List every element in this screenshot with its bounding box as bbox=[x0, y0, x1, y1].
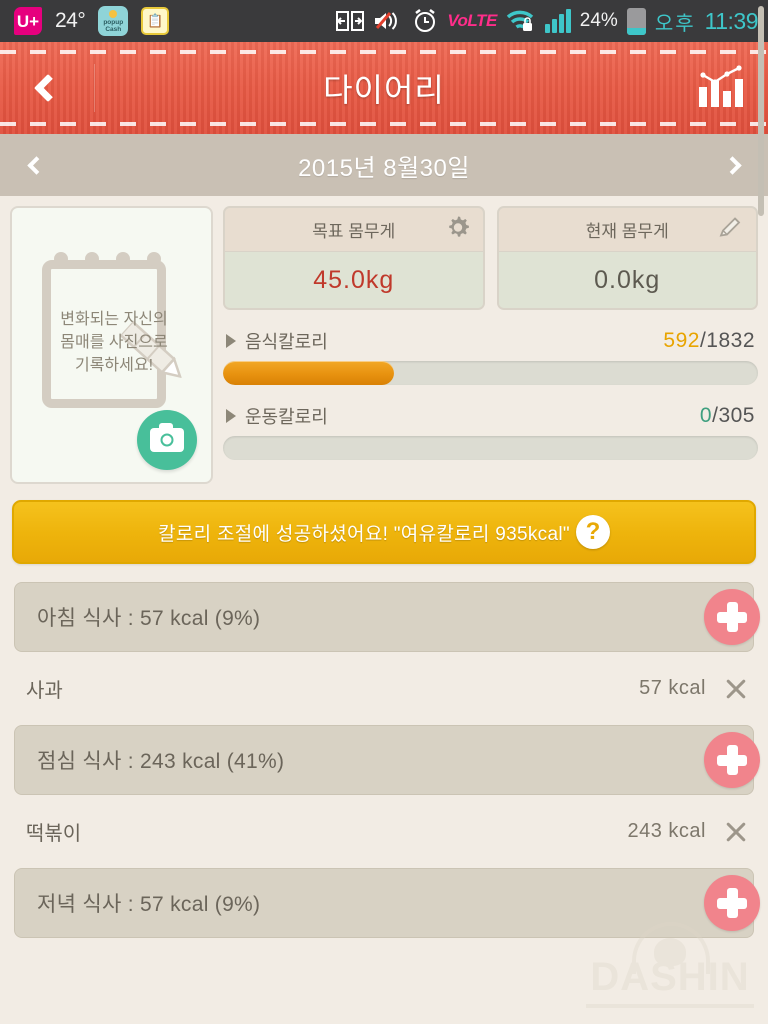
notepad-rings-icon bbox=[54, 252, 161, 266]
exercise-calorie-goal: 305 bbox=[718, 404, 755, 427]
meal-list: 아침 식사 : 57 kcal (9%) 사과 57 kcal 점심 식사 : 243… bbox=[0, 582, 768, 938]
camera-icon bbox=[150, 423, 184, 452]
popup-cash-icon: popup Cash bbox=[98, 6, 129, 36]
status-bar: U+ 24° popup Cash 📋 VoLTE 24% 오후 11:39 bbox=[0, 0, 768, 42]
pencil-icon[interactable] bbox=[718, 214, 744, 245]
target-weight-label: 목표 몸무게 bbox=[312, 222, 396, 241]
exercise-calorie-current: 0 bbox=[699, 404, 713, 427]
coin-shape bbox=[109, 9, 118, 18]
summary-panel: 변화되는 자신의 몸매를 사진으로 기록하세요! 목표 몸무게 45.0kg 현… bbox=[0, 196, 768, 484]
meal-header[interactable]: 아침 식사 : 57 kcal (9%) bbox=[14, 582, 760, 652]
meal-header-label: 저녁 식사 : 57 kcal (9%) bbox=[37, 893, 261, 916]
note-icon: 📋 bbox=[141, 7, 170, 35]
exercise-calorie-value: 0/305 bbox=[700, 404, 755, 428]
expand-triangle-icon bbox=[226, 409, 236, 423]
meal-header-label: 아침 식사 : 57 kcal (9%) bbox=[37, 607, 261, 630]
food-item-row[interactable]: 사과 57 kcal bbox=[0, 652, 768, 725]
temperature-indicator: 24° bbox=[55, 9, 86, 32]
battery-icon bbox=[626, 7, 646, 35]
current-weight-header: 현재 몸무게 bbox=[498, 208, 756, 252]
add-photo-button[interactable] bbox=[137, 410, 197, 470]
meal-header[interactable]: 점심 식사 : 243 kcal (41%) bbox=[14, 725, 760, 795]
chevron-left-icon bbox=[26, 155, 46, 175]
volte-indicator: VoLTE bbox=[447, 11, 497, 30]
weight-cards-row: 목표 몸무게 45.0kg 현재 몸무게 0.0kg bbox=[223, 206, 758, 310]
add-food-button[interactable] bbox=[704, 875, 760, 931]
current-date-label: 2015년 8월30일 bbox=[298, 154, 470, 182]
exercise-calorie-label-group: 운동칼로리 bbox=[226, 403, 328, 429]
food-calorie-block: 음식칼로리 592/1832 bbox=[223, 328, 758, 385]
ampm-label: 오후 bbox=[654, 12, 696, 35]
calorie-status-banner[interactable]: 칼로리 조절에 성공하셨어요! "여유칼로리 935kcal" ? bbox=[12, 500, 756, 564]
target-weight-card[interactable]: 목표 몸무게 45.0kg bbox=[223, 206, 485, 310]
bar-chart-icon bbox=[698, 65, 743, 107]
add-food-button[interactable] bbox=[704, 732, 760, 788]
statistics-button[interactable] bbox=[673, 65, 768, 111]
current-weight-card[interactable]: 현재 몸무게 0.0kg bbox=[496, 206, 758, 310]
food-calorie-row[interactable]: 음식칼로리 592/1832 bbox=[223, 328, 758, 354]
chevron-right-icon bbox=[722, 155, 742, 175]
food-item-kcal: 243 kcal bbox=[627, 820, 706, 842]
current-weight-label: 현재 몸무게 bbox=[585, 222, 669, 241]
target-weight-header: 목표 몸무게 bbox=[225, 208, 483, 252]
remove-food-icon[interactable] bbox=[724, 677, 748, 701]
watermark-crown-shape bbox=[654, 938, 686, 966]
food-calorie-label: 음식칼로리 bbox=[245, 332, 328, 352]
expand-triangle-icon bbox=[226, 334, 236, 348]
page-title: 다이어리 bbox=[323, 72, 445, 108]
data-transfer-icon bbox=[336, 10, 365, 32]
body-photo-card[interactable]: 변화되는 자신의 몸매를 사진으로 기록하세요! bbox=[10, 206, 213, 484]
photo-prompt-line-1: 변화되는 자신의 bbox=[60, 311, 168, 328]
photo-prompt-text: 변화되는 자신의 몸매를 사진으로 기록하세요! bbox=[34, 308, 194, 377]
wifi-lock-icon bbox=[506, 9, 536, 33]
add-food-button[interactable] bbox=[704, 589, 760, 645]
previous-day-button[interactable] bbox=[0, 155, 72, 175]
battery-level-fill bbox=[626, 28, 646, 35]
popup-cash-label-top: popup bbox=[103, 18, 124, 26]
status-bar-right: VoLTE 24% 오후 11:39 bbox=[336, 7, 759, 36]
signal-bars-icon bbox=[544, 9, 571, 33]
remove-food-icon[interactable] bbox=[724, 820, 748, 844]
gear-icon[interactable] bbox=[445, 214, 471, 245]
food-calorie-goal: 1832 bbox=[706, 329, 755, 352]
exercise-calorie-label: 운동칼로리 bbox=[245, 407, 328, 427]
calorie-status-text: 칼로리 조절에 성공하셨어요! "여유칼로리 935kcal" bbox=[158, 523, 570, 545]
mute-speaker-icon bbox=[373, 9, 403, 33]
food-calorie-label-group: 음식칼로리 bbox=[226, 328, 328, 354]
carrier-logo-icon: U+ bbox=[14, 7, 42, 35]
food-item-name: 떡볶이 bbox=[26, 823, 82, 845]
exercise-calorie-row[interactable]: 운동칼로리 0/305 bbox=[223, 403, 758, 429]
current-weight-value: 0.0kg bbox=[498, 252, 756, 308]
exercise-calorie-progress-track bbox=[223, 436, 758, 460]
battery-percent-label: 24% bbox=[579, 10, 618, 31]
clock-label: 11:39 bbox=[704, 7, 759, 34]
help-button[interactable]: ? bbox=[575, 515, 610, 549]
meal-header-label: 점심 식사 : 243 kcal (41%) bbox=[37, 750, 285, 773]
food-calorie-value: 592/1832 bbox=[663, 329, 755, 353]
vertical-scrollbar[interactable] bbox=[758, 6, 764, 216]
watermark-underline-shape bbox=[586, 1004, 754, 1008]
food-item-name: 사과 bbox=[26, 680, 63, 702]
back-chevron-icon bbox=[33, 73, 62, 103]
food-calorie-progress-track bbox=[223, 361, 758, 385]
watermark-text: DASHIN bbox=[590, 955, 750, 999]
camera-lens-shape bbox=[160, 433, 174, 447]
popup-cash-label-bottom: Cash bbox=[105, 25, 122, 33]
photo-prompt-line-2: 몸매를 사진으로 bbox=[60, 334, 168, 351]
food-calorie-progress-fill bbox=[223, 361, 395, 385]
status-bar-left: U+ 24° popup Cash 📋 bbox=[14, 6, 170, 36]
target-weight-value: 45.0kg bbox=[225, 252, 483, 308]
meal-header[interactable]: 저녁 식사 : 57 kcal (9%) bbox=[14, 868, 760, 938]
app-header: 다이어리 bbox=[0, 42, 768, 134]
metrics-column: 목표 몸무게 45.0kg 현재 몸무게 0.0kg 음식칼로리 592/183… bbox=[223, 206, 758, 484]
app-root: U+ 24° popup Cash 📋 VoLTE 24% 오후 11:39 다… bbox=[0, 0, 768, 1024]
food-item-row[interactable]: 떡볶이 243 kcal bbox=[0, 795, 768, 868]
photo-prompt-line-3: 기록하세요! bbox=[74, 357, 154, 374]
date-navigation-bar: 2015년 8월30일 bbox=[0, 134, 768, 196]
food-item-kcal: 57 kcal bbox=[639, 677, 706, 699]
alarm-clock-icon bbox=[412, 8, 438, 34]
exercise-calorie-block: 운동칼로리 0/305 bbox=[223, 403, 758, 460]
back-button[interactable] bbox=[0, 42, 95, 134]
food-calorie-current: 592 bbox=[663, 329, 700, 352]
